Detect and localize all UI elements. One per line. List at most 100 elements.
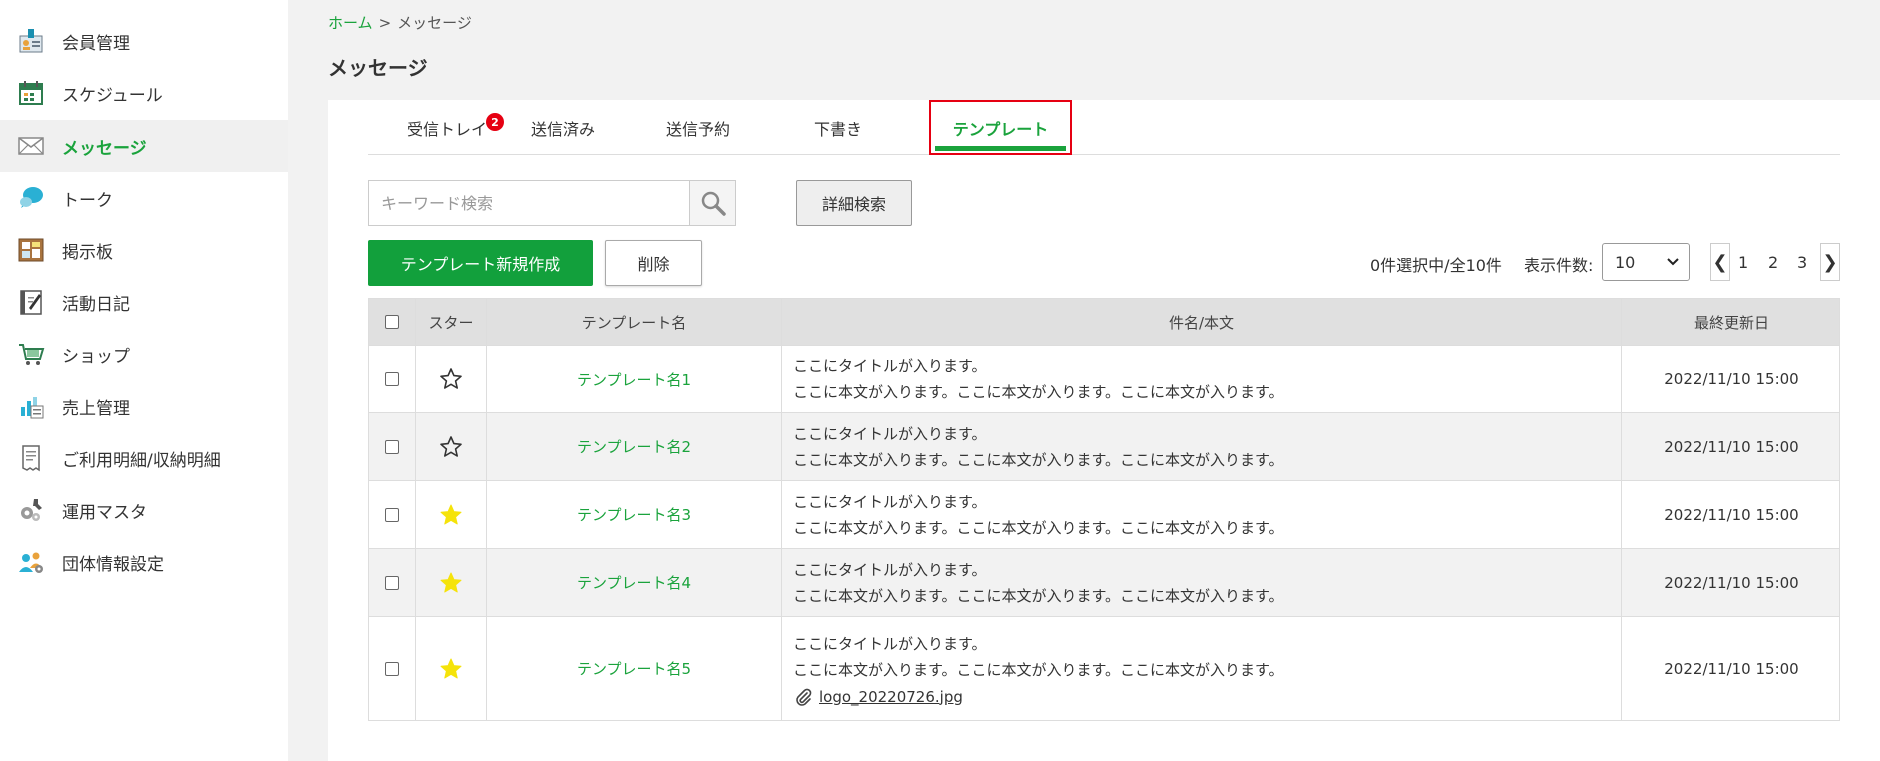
sidebar-item-bulletin-board[interactable]: 掲示板 — [0, 224, 288, 276]
sidebar-item-schedule[interactable]: スケジュール — [0, 67, 288, 119]
sidebar-item-talk[interactable]: トーク — [0, 172, 288, 224]
bulletin-board-icon — [16, 235, 46, 265]
row-updated-date: 2022/11/10 15:00 — [1664, 573, 1799, 592]
keyword-search — [368, 180, 736, 226]
per-page-label: 表示件数: — [1524, 256, 1594, 275]
row-updated-date: 2022/11/10 15:00 — [1664, 437, 1799, 456]
sidebar-item-shop[interactable]: ショップ — [0, 328, 288, 380]
row-checkbox[interactable] — [385, 372, 399, 386]
sidebar-item-label: 会員管理 — [62, 33, 130, 54]
row-body: ここに本文が入ります。ここに本文が入ります。ここに本文が入ります。 — [793, 586, 1284, 605]
template-name-link[interactable]: テンプレート名2 — [577, 436, 691, 457]
envelope-icon — [16, 131, 46, 161]
header-subject-body: 件名/本文 — [781, 299, 1621, 345]
sidebar-item-label: トーク — [62, 190, 113, 211]
row-subject: ここにタイトルが入ります。 — [793, 492, 987, 511]
table-row: テンプレート名3 ここにタイトルが入ります。 ここに本文が入ります。ここに本文が… — [369, 480, 1839, 548]
star-filled-icon[interactable] — [439, 571, 463, 595]
sidebar-item-message[interactable]: メッセージ — [0, 120, 288, 172]
sidebar-item-label: 掲示板 — [62, 242, 113, 263]
sidebar-item-operation-master[interactable]: 運用マスタ — [0, 484, 288, 536]
chevron-right-icon: ❯ — [1822, 251, 1838, 273]
template-name-link[interactable]: テンプレート名3 — [577, 504, 691, 525]
row-updated-date: 2022/11/10 15:00 — [1664, 505, 1799, 524]
diary-icon — [16, 287, 46, 317]
chat-bubble-icon — [16, 183, 46, 213]
sidebar-item-label: 活動日記 — [62, 294, 130, 315]
tab-template[interactable]: テンプレート — [929, 100, 1072, 155]
sidebar-item-label: ご利用明細/収納明細 — [62, 450, 221, 471]
row-subject: ここにタイトルが入ります。 — [793, 634, 987, 653]
pagination-page-3[interactable]: 3 — [1797, 243, 1807, 281]
create-template-button[interactable]: テンプレート新規作成 — [368, 240, 593, 286]
row-subject: ここにタイトルが入ります。 — [793, 424, 987, 443]
sidebar-item-activity-diary[interactable]: 活動日記 — [0, 276, 288, 328]
row-checkbox[interactable] — [385, 575, 399, 590]
sidebar-item-group-settings[interactable]: 団体情報設定 — [0, 536, 288, 588]
row-checkbox[interactable] — [385, 507, 399, 522]
settings-tools-icon — [16, 495, 46, 525]
sidebar-item-member-management[interactable]: 会員管理 — [0, 15, 288, 67]
attachment-filename: logo_20220726.jpg — [819, 687, 963, 706]
per-page-value: 10 — [1615, 252, 1636, 272]
row-updated-date: 2022/11/10 15:00 — [1664, 370, 1799, 388]
table-row: テンプレート名5 ここにタイトルが入ります。 ここに本文が入ります。ここに本文が… — [369, 616, 1839, 720]
header-template-name: テンプレート名 — [486, 299, 781, 345]
pagination-page-2[interactable]: 2 — [1768, 243, 1778, 281]
star-filled-icon[interactable] — [439, 503, 463, 527]
sidebar-item-sales-management[interactable]: 売上管理 — [0, 380, 288, 432]
pagination-prev-button[interactable]: ❮ — [1710, 243, 1730, 281]
tab-label: 送信済み — [530, 119, 595, 139]
sidebar-item-label: スケジュール — [62, 85, 163, 106]
tab-scheduled[interactable]: 送信予約 — [628, 100, 768, 155]
row-subject: ここにタイトルが入ります。 — [793, 357, 987, 375]
sidebar-item-label: メッセージ — [62, 138, 147, 159]
sidebar: 会員管理 スケジュール メッセージ トーク 掲示板 活動日記 ショップ 売上管理… — [0, 0, 288, 761]
header-star: スター — [415, 299, 486, 345]
message-tabs: 受信トレイ 2 送信済み 送信予約 下書き テンプレート — [368, 100, 1840, 155]
delete-button[interactable]: 削除 — [605, 240, 702, 286]
row-updated-date: 2022/11/10 15:00 — [1664, 659, 1799, 678]
search-button[interactable] — [689, 181, 735, 225]
sidebar-item-usage-statement[interactable]: ご利用明細/収納明細 — [0, 432, 288, 484]
sales-chart-icon — [16, 391, 46, 421]
selection-count: 0件選択中/全10件 — [1370, 256, 1502, 275]
receipt-icon — [16, 443, 46, 473]
sidebar-item-label: 売上管理 — [62, 398, 130, 419]
pagination-next-button[interactable]: ❯ — [1820, 243, 1840, 281]
calendar-icon — [16, 78, 46, 108]
tab-drafts[interactable]: 下書き — [768, 100, 908, 155]
advanced-search-button[interactable]: 詳細検索 — [796, 180, 912, 226]
pagination-page-1[interactable]: 1 — [1738, 243, 1748, 281]
chevron-down-icon — [1667, 258, 1679, 266]
tab-label: テンプレート — [952, 119, 1049, 139]
breadcrumb-home-link[interactable]: ホーム — [328, 14, 373, 32]
search-input[interactable] — [369, 181, 689, 225]
tab-inbox[interactable]: 受信トレイ 2 — [396, 100, 504, 155]
breadcrumb-separator: > — [378, 14, 392, 32]
tab-label: 受信トレイ — [406, 119, 487, 139]
table-row: テンプレート名2 ここにタイトルが入ります。 ここに本文が入ります。ここに本文が… — [369, 412, 1839, 480]
page-title: メッセージ — [328, 56, 428, 80]
tab-sent[interactable]: 送信済み — [498, 100, 628, 155]
row-body: ここに本文が入ります。ここに本文が入ります。ここに本文が入ります。 — [793, 450, 1284, 469]
header-last-updated: 最終更新日 — [1621, 299, 1841, 345]
star-outline-icon[interactable] — [439, 435, 463, 459]
select-all-checkbox[interactable] — [385, 315, 399, 329]
attachment-link[interactable]: logo_20220726.jpg — [793, 687, 963, 707]
per-page-select[interactable]: 10 — [1602, 243, 1690, 281]
template-table: スター テンプレート名 件名/本文 最終更新日 テンプレート名1 ここにタイトル… — [368, 298, 1840, 721]
template-name-link[interactable]: テンプレート名1 — [577, 369, 691, 390]
sidebar-item-label: 団体情報設定 — [62, 554, 164, 575]
chevron-left-icon: ❮ — [1712, 251, 1728, 273]
row-checkbox[interactable] — [385, 439, 399, 454]
shopping-cart-icon — [16, 339, 46, 369]
star-filled-icon[interactable] — [439, 657, 463, 681]
group-settings-icon — [16, 547, 46, 577]
table-row: テンプレート名1 ここにタイトルが入ります。 ここに本文が入ります。ここに本文が… — [369, 345, 1839, 412]
tab-label: 送信予約 — [665, 119, 730, 139]
row-checkbox[interactable] — [385, 661, 399, 676]
star-outline-icon[interactable] — [439, 367, 463, 391]
template-name-link[interactable]: テンプレート名5 — [577, 658, 691, 679]
template-name-link[interactable]: テンプレート名4 — [577, 572, 691, 593]
